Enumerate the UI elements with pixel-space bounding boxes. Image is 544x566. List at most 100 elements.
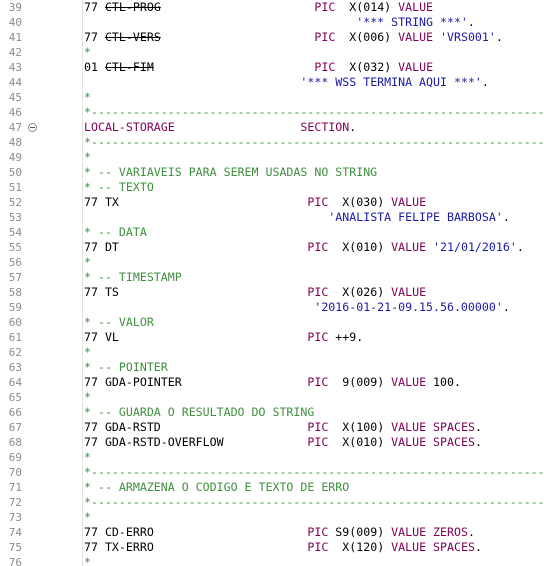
line-number: 44 [8, 76, 22, 89]
code-line[interactable]: 73 * [0, 510, 544, 525]
line-number: 58 [8, 286, 22, 299]
line-number: 76 [8, 556, 22, 566]
code-line[interactable]: 42 * [0, 45, 544, 60]
line-code: 77 TX PIC X(030) VALUE [84, 195, 426, 210]
code-line[interactable]: 67 77 GDA-RSTD PIC X(100) VALUE SPACES. [0, 420, 544, 435]
line-code: 'ANALISTA FELIPE BARBOSA'. [84, 210, 510, 225]
code-line[interactable]: 64 77 GDA-POINTER PIC 9(009) VALUE 100. [0, 375, 544, 390]
keyword-text: PIC [307, 330, 329, 344]
code-line[interactable]: 62 * [0, 345, 544, 360]
comment-text: * [84, 255, 91, 269]
code-text: X(010) [328, 240, 392, 254]
code-line[interactable]: 68 77 GDA-RSTD-OVERFLOW PIC X(010) VALUE … [0, 435, 544, 450]
code-line[interactable]: 71 * -- ARMAZENA O CODIGO E TEXTO DE ERRO [0, 480, 544, 495]
code-line[interactable]: 46 *-------------------------------------… [0, 105, 544, 120]
line-code: 77 CTL-VERS PIC X(006) VALUE 'VRS001'. [84, 30, 503, 45]
line-number: 47 [8, 121, 22, 134]
code-line[interactable]: 59 '2016-01-21-09.15.56.00000'. [0, 300, 544, 315]
keyword-text: SPACES [433, 420, 475, 434]
code-line[interactable]: 54 * -- DATA [0, 225, 544, 240]
string-literal: '21/01/2016' [433, 240, 517, 254]
code-line[interactable]: 60 * -- VALOR [0, 315, 544, 330]
code-text: 77 TX [84, 195, 308, 209]
code-line[interactable]: 53 'ANALISTA FELIPE BARBOSA'. [0, 210, 544, 225]
comment-text: * [84, 345, 91, 359]
code-line[interactable]: 66 * -- GUARDA O RESULTADO DO STRING [0, 405, 544, 420]
code-text: . [467, 525, 475, 539]
line-code: 77 TX-ERRO PIC X(120) VALUE SPACES. [84, 540, 482, 555]
line-number: 52 [8, 196, 22, 209]
code-line[interactable]: 74 77 CD-ERRO PIC S9(009) VALUE ZEROS. [0, 525, 544, 540]
keyword-text: VALUE [391, 240, 427, 254]
comment-text: * -- DATA [84, 225, 147, 239]
keyword-text: PIC [307, 285, 329, 299]
line-number: 66 [8, 406, 22, 419]
code-line[interactable]: 72 *-------------------------------------… [0, 495, 544, 510]
line-number: 51 [8, 181, 22, 194]
code-line[interactable]: 70 *-------------------------------------… [0, 465, 544, 480]
code-text: X(006) [335, 30, 399, 44]
line-number: 57 [8, 271, 22, 284]
code-line[interactable]: 58 77 TS PIC X(026) VALUE [0, 285, 544, 300]
string-literal: 'VRS001' [440, 30, 496, 44]
code-line[interactable]: 75 77 TX-ERRO PIC X(120) VALUE SPACES. [0, 540, 544, 555]
line-code: '2016-01-21-09.15.56.00000'. [84, 300, 509, 315]
code-line[interactable]: 51 * -- TEXTO [0, 180, 544, 195]
code-line[interactable]: 48 *-------------------------------------… [0, 135, 544, 150]
code-line[interactable]: 39 77 CTL-PROG PIC X(014) VALUE [0, 0, 544, 15]
comment-text: * [84, 555, 91, 566]
comment-text: * -- POINTER [84, 360, 168, 374]
keyword-text: PIC [307, 240, 329, 254]
line-code: 77 TS PIC X(026) VALUE [84, 285, 426, 300]
keyword-text: SECTION [300, 120, 350, 134]
code-line[interactable]: 61 77 VL PIC ++9. [0, 330, 544, 345]
code-line[interactable]: 44 '*** WSS TERMINA AQUI ***'. [0, 75, 544, 90]
code-line[interactable]: 49 * [0, 150, 544, 165]
keyword-text: VALUE [398, 0, 434, 14]
line-number: 62 [8, 346, 22, 359]
keyword-text: PIC [307, 420, 329, 434]
comment-text: * -- GUARDA O RESULTADO DO STRING [84, 405, 315, 419]
code-line[interactable]: 41 77 CTL-VERS PIC X(006) VALUE 'VRS001'. [0, 30, 544, 45]
string-literal: '*** STRING ***' [356, 15, 468, 29]
line-number: 56 [8, 256, 22, 269]
code-line[interactable]: 47 LOCAL-STORAGE SECTION. [0, 120, 544, 135]
code-line[interactable]: 65 * [0, 390, 544, 405]
fold-collapse-icon[interactable] [28, 123, 37, 132]
code-text: . [467, 15, 475, 29]
line-code: 77 DT PIC X(010) VALUE '21/01/2016'. [84, 240, 524, 255]
keyword-text: PIC [307, 195, 329, 209]
code-line[interactable]: 76 * [0, 555, 544, 566]
keyword-text: VALUE [391, 285, 427, 299]
keyword-text: VALUE [391, 540, 427, 554]
code-line[interactable]: 52 77 TX PIC X(030) VALUE [0, 195, 544, 210]
line-number: 46 [8, 106, 22, 119]
code-line[interactable]: 50 * -- VARIAVEIS PARA SEREM USADAS NO ST… [0, 165, 544, 180]
string-literal: 'ANALISTA FELIPE BARBOSA' [328, 210, 503, 224]
code-line[interactable]: 63 * -- POINTER [0, 360, 544, 375]
code-line[interactable]: 43 01 CTL-FIM PIC X(032) VALUE [0, 60, 544, 75]
line-code: *---------------------------------------… [84, 105, 544, 120]
code-line[interactable]: 40 '*** STRING ***'. [0, 15, 544, 30]
code-line[interactable]: 55 77 DT PIC X(010) VALUE '21/01/2016'. [0, 240, 544, 255]
code-line[interactable]: 57 * -- TIMESTAMP [0, 270, 544, 285]
code-line[interactable]: 45 * [0, 90, 544, 105]
code-text: 77 DT [84, 240, 308, 254]
keyword-text: VALUE [398, 60, 434, 74]
line-number: 64 [8, 376, 22, 389]
line-number: 74 [8, 526, 22, 539]
line-code: * [84, 45, 91, 60]
code-text: X(010) [328, 435, 392, 449]
deprecated-identifier: CTL-FIM [104, 60, 154, 74]
code-line[interactable]: 56 * [0, 255, 544, 270]
keyword-text: LOCAL-STORAGE [84, 120, 175, 134]
code-editor[interactable]: 39 77 CTL-PROG PIC X(014) VALUE 40 '*** ST… [0, 0, 544, 566]
comment-text: *---------------------------------------… [84, 495, 544, 509]
code-text: 77 TX-ERRO [84, 540, 308, 554]
code-line[interactable]: 69 * [0, 450, 544, 465]
